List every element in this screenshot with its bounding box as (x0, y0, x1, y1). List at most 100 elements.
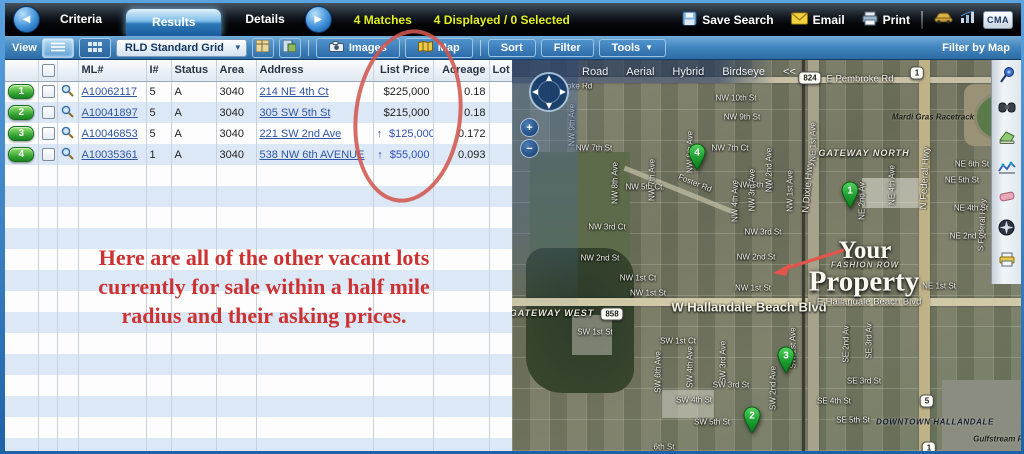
map-marker[interactable]: 2 (742, 406, 763, 439)
svg-text:4: 4 (694, 147, 700, 158)
header-lot[interactable]: Lot (489, 60, 512, 81)
row-number-badge[interactable]: 4 (8, 147, 34, 162)
filter-button[interactable]: Filter (541, 39, 594, 57)
cell-status: A (171, 123, 216, 144)
cell-lot (489, 102, 512, 123)
printer-icon[interactable] (998, 252, 1016, 272)
ml-number-link[interactable]: A10035361 (82, 149, 138, 161)
title-bar: ◀ Criteria Results Details ▶ 4 Matches 4… (5, 3, 1021, 36)
images-button[interactable]: Images (316, 38, 400, 58)
save-search-button[interactable]: Save Search (682, 11, 773, 29)
map-street-label: DOWNTOWN HALLANDALE (876, 418, 994, 427)
grid-view-button[interactable] (79, 38, 111, 58)
empty-row (5, 165, 512, 186)
cell-list-price: ↑$125,000 (373, 123, 433, 144)
address-link[interactable]: 538 NW 6th AVENUE (260, 149, 365, 161)
row-checkbox[interactable] (42, 106, 55, 119)
map-marker[interactable]: 3 (776, 346, 797, 379)
map-button[interactable]: Map (405, 38, 473, 58)
header-i[interactable]: I# (146, 60, 171, 81)
map-street-label: GATEWAY NORTH (818, 148, 909, 158)
lamp-icon[interactable] (998, 130, 1016, 149)
header-separator (921, 11, 923, 29)
map-street-label: SW 4th St (676, 396, 712, 405)
header-list-price[interactable]: List Price (373, 60, 433, 81)
map-zoom-in-button[interactable]: + (520, 118, 539, 137)
map-street-label: NE 1st Ave (809, 122, 818, 161)
ml-number-link[interactable]: A10041897 (82, 107, 138, 119)
header-select-all (38, 60, 57, 81)
eraser-icon[interactable] (998, 190, 1016, 208)
stats-icon[interactable] (960, 10, 976, 29)
map-street-label: 6th St (654, 443, 675, 452)
address-link[interactable]: 214 NE 4th Ct (260, 86, 329, 98)
binoculars-icon[interactable] (998, 100, 1016, 119)
pushpin-icon[interactable] (998, 66, 1016, 89)
header-acreage[interactable]: Acreage (433, 60, 489, 81)
chart-icon[interactable] (998, 160, 1016, 179)
print-button[interactable]: Print (862, 11, 910, 29)
tab-details[interactable]: Details (225, 3, 304, 36)
map-tabs-collapse[interactable]: << (783, 66, 796, 78)
back-button[interactable]: ◀ (13, 6, 40, 33)
export-icon (283, 39, 296, 57)
map-marker[interactable]: 1 (840, 181, 861, 214)
cell-lot (489, 144, 512, 165)
map-tab-hybrid[interactable]: Hybrid (672, 66, 704, 78)
header-address[interactable]: Address (256, 60, 373, 81)
tools-button[interactable]: Tools ▼ (599, 39, 666, 57)
row-checkbox[interactable] (42, 127, 55, 140)
map-street-label: NE 6th St (955, 160, 989, 169)
map-tab-road[interactable]: Road (582, 66, 608, 78)
tab-results[interactable]: Results (126, 9, 221, 36)
address-link[interactable]: 305 SW 5th St (260, 107, 331, 119)
map-street-label: NW 2nd Ave (765, 148, 774, 192)
map-panel[interactable]: broke RdE Pembroke RdNW 10th StNW 9th St… (512, 60, 1021, 451)
header-area[interactable]: Area (216, 60, 256, 81)
filter-by-map-button[interactable]: Filter by Map (942, 42, 1014, 54)
row-number-badge[interactable]: 3 (8, 126, 34, 141)
list-view-button[interactable] (42, 38, 74, 58)
car-icon[interactable] (934, 11, 953, 29)
sort-button[interactable]: Sort (488, 39, 536, 57)
grid-format-value: RLD Standard Grid (125, 42, 224, 54)
map-street-label: SE 2nd Av (842, 325, 851, 362)
tab-criteria[interactable]: Criteria (40, 3, 122, 36)
row-number-badge[interactable]: 1 (8, 84, 34, 99)
row-number-badge[interactable]: 2 (8, 105, 34, 120)
map-zoom-out-button[interactable]: − (520, 139, 539, 158)
magnifier-icon[interactable] (61, 151, 74, 163)
header-detail-col (57, 60, 78, 81)
map-tools-sidebar (991, 60, 1021, 284)
highway-shield: 1 (910, 67, 924, 80)
chevron-down-icon: ▼ (234, 43, 242, 52)
header-badge-col (5, 60, 38, 81)
magnifier-icon[interactable] (61, 130, 74, 142)
select-all-checkbox[interactable] (42, 64, 55, 77)
export-button[interactable] (279, 38, 301, 58)
map-compass-control[interactable] (528, 71, 570, 118)
header-ml[interactable]: ML# (78, 60, 146, 81)
address-link[interactable]: 221 SW 2nd Ave (260, 128, 342, 140)
cma-button[interactable]: CMA (983, 11, 1013, 29)
map-street-label: NW 3rd Ave (748, 169, 757, 212)
cell-lot (489, 123, 512, 144)
map-marker[interactable]: 4 (687, 143, 708, 176)
spreadsheet-button[interactable] (252, 38, 274, 58)
empty-row (5, 333, 512, 354)
grid-format-select[interactable]: RLD Standard Grid ▼ (116, 39, 247, 57)
map-street-label: NE 2nd St (950, 232, 986, 241)
map-tab-birdseye[interactable]: Birdseye (722, 66, 765, 78)
ml-number-link[interactable]: A10062117 (82, 86, 137, 98)
map-tab-aerial[interactable]: Aerial (626, 66, 654, 78)
compass-icon[interactable] (998, 219, 1015, 241)
forward-button[interactable]: ▶ (305, 6, 332, 33)
ml-number-link[interactable]: A10046853 (82, 128, 138, 140)
magnifier-icon[interactable] (61, 109, 74, 121)
cell-i: 5 (146, 123, 171, 144)
magnifier-icon[interactable] (61, 88, 74, 100)
row-checkbox[interactable] (42, 148, 55, 161)
header-status[interactable]: Status (171, 60, 216, 81)
row-checkbox[interactable] (42, 85, 55, 98)
email-button[interactable]: Email (791, 12, 845, 28)
